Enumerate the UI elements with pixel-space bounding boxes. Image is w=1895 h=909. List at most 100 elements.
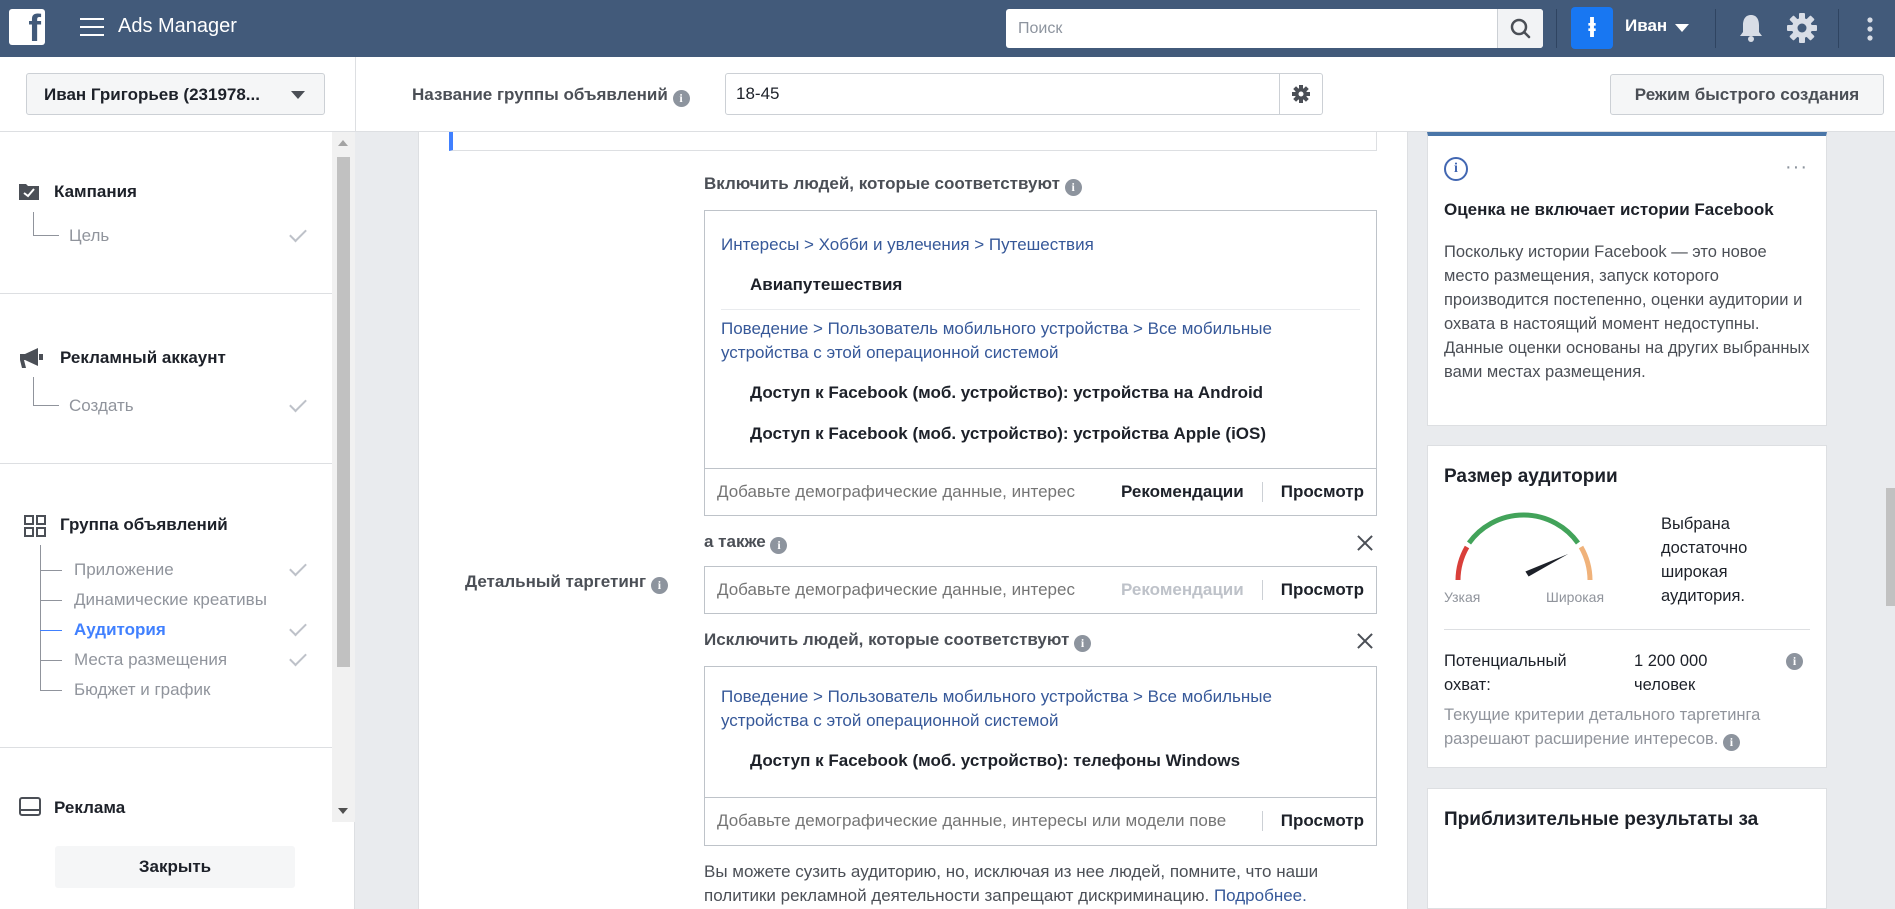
gauge-arc-green xyxy=(1466,512,1581,545)
reach-label: Потенциальный охват: xyxy=(1444,652,1567,694)
gear-icon[interactable] xyxy=(1786,12,1818,44)
audience-size-card: Размер аудитории Узкая Широкая Выбрана д… xyxy=(1427,445,1827,768)
sidebar-item-placements[interactable]: Места размещения xyxy=(74,650,227,670)
notice-text: Поскольку истории Facebook — это новое м… xyxy=(1444,243,1810,381)
sidebar-ad[interactable]: Реклама xyxy=(54,798,125,818)
previous-section-box xyxy=(449,132,1377,151)
targeting-search-row: Просмотр xyxy=(705,797,1376,845)
sidebar-item-create[interactable]: Создать xyxy=(69,396,134,416)
exclude-title: Исключить людей, которые соответствуют i xyxy=(704,630,1092,652)
browse-link[interactable]: Просмотр xyxy=(1281,580,1364,600)
check-icon xyxy=(289,558,307,577)
group-name-label: Название группы объявлений i xyxy=(412,85,690,107)
scroll-down-icon[interactable] xyxy=(338,808,348,814)
quick-create-button[interactable]: Режим быстрого создания xyxy=(1610,74,1884,115)
group-settings-button[interactable] xyxy=(1279,74,1322,114)
targeting-path[interactable]: Поведение > Пользователь мобильного устр… xyxy=(721,317,1341,365)
close-button[interactable]: Закрыть xyxy=(55,846,295,888)
audience-gauge xyxy=(1455,512,1593,581)
sidebar-ad-account[interactable]: Рекламный аккаунт xyxy=(60,348,226,368)
and-also-label: а также i xyxy=(704,532,788,554)
exclude-search-input[interactable] xyxy=(717,811,1252,831)
search-icon xyxy=(1510,18,1531,39)
header-divider xyxy=(355,57,356,132)
info-icon[interactable]: i xyxy=(672,90,690,107)
sidebar-item-audience[interactable]: Аудитория xyxy=(74,620,166,640)
ad-icon xyxy=(19,797,41,816)
sidebar-item-objective[interactable]: Цель xyxy=(69,226,109,246)
gear-icon xyxy=(1292,85,1310,103)
info-icon[interactable]: i xyxy=(1074,635,1092,652)
chevron-down-icon[interactable] xyxy=(1675,24,1689,32)
sidebar-item-budget[interactable]: Бюджет и график xyxy=(74,680,210,700)
targeting-item[interactable]: Доступ к Facebook (моб. устройство): тел… xyxy=(750,751,1240,771)
close-icon[interactable] xyxy=(1356,534,1374,552)
info-icon[interactable]: i xyxy=(770,537,788,554)
check-icon xyxy=(289,224,307,243)
scrollbar-thumb[interactable] xyxy=(337,157,350,667)
topbar-divider xyxy=(1556,9,1557,48)
targeting-search-input[interactable] xyxy=(717,482,1097,502)
group-name-input[interactable] xyxy=(726,74,1276,114)
detailed-targeting-label: Детальный таргетинг i xyxy=(465,572,668,594)
learn-more-link[interactable]: Подробнее. xyxy=(1214,886,1307,905)
info-icon[interactable]: i xyxy=(1722,734,1740,751)
notice-title: Оценка не включает истории Facebook xyxy=(1444,200,1774,219)
search-button[interactable] xyxy=(1497,9,1543,48)
sidebar-ad-group[interactable]: Группа объявлений xyxy=(60,515,228,535)
check-icon xyxy=(289,648,307,667)
audience-size-title: Размер аудитории xyxy=(1444,466,1618,487)
facebook-logo[interactable]: f xyxy=(9,9,45,48)
targeting-path[interactable]: Поведение > Пользователь мобильного устр… xyxy=(721,685,1341,733)
search-input[interactable] xyxy=(1006,9,1486,48)
audience-status: Выбрана достаточно широкая аудитория. xyxy=(1661,515,1748,605)
include-title: Включить людей, которые соответствуют i xyxy=(704,174,1082,196)
top-bar: f Ads Manager ⱡ Иван xyxy=(0,0,1895,57)
gauge-narrow-label: Узкая xyxy=(1444,589,1481,605)
user-name[interactable]: Иван xyxy=(1625,16,1667,36)
targeting-item[interactable]: Доступ к Facebook (моб. устройство): уст… xyxy=(750,383,1263,403)
sidebar-item-dynamic-creatives[interactable]: Динамические креативы xyxy=(74,590,267,610)
info-icon[interactable]: i xyxy=(1786,653,1803,670)
topbar-divider xyxy=(1715,9,1716,48)
recommendations-link[interactable]: Рекомендации xyxy=(1121,482,1244,502)
expansion-note: Текущие критерии детального таргетинга р… xyxy=(1444,706,1761,751)
search-box xyxy=(1006,9,1543,48)
browse-link[interactable]: Просмотр xyxy=(1281,811,1364,831)
gauge-wide-label: Широкая xyxy=(1546,589,1605,605)
more-options-icon[interactable]: ··· xyxy=(1785,156,1808,179)
menu-icon[interactable] xyxy=(80,18,104,38)
sidebar-scrollbar[interactable] xyxy=(332,132,355,822)
account-name: Иван Григорьев (231978... xyxy=(44,85,260,104)
sidebar-campaign[interactable]: Кампания xyxy=(54,182,137,202)
sidebar-item-app[interactable]: Приложение xyxy=(74,560,174,580)
close-icon[interactable] xyxy=(1356,632,1374,650)
gauge-arc-orange xyxy=(1578,545,1593,581)
stories-notice-card: i ··· Оценка не включает истории Faceboo… xyxy=(1427,132,1827,426)
check-icon xyxy=(289,618,307,637)
info-icon[interactable]: i xyxy=(650,577,668,594)
folder-check-icon xyxy=(19,184,39,200)
discrimination-note: Вы можете сузить аудиторию, но, исключая… xyxy=(704,862,1319,905)
targeting-item[interactable]: Доступ к Facebook (моб. устройство): уст… xyxy=(750,424,1266,444)
bell-icon[interactable] xyxy=(1736,12,1766,44)
reach-value: 1 200 000 человек xyxy=(1634,652,1708,694)
check-icon xyxy=(289,394,307,413)
info-icon: i xyxy=(1444,157,1468,181)
scroll-up-icon[interactable] xyxy=(338,140,348,146)
estimated-results-card: Приблизительные результаты за xyxy=(1427,788,1827,909)
narrow-search-input[interactable] xyxy=(717,580,1097,600)
estimated-results-title: Приблизительные результаты за xyxy=(1444,809,1759,830)
app-title[interactable]: Ads Manager xyxy=(118,15,237,38)
info-icon[interactable]: i xyxy=(1064,179,1082,196)
gauge-arc-red xyxy=(1455,545,1470,581)
avatar[interactable]: ⱡ xyxy=(1571,7,1613,49)
targeting-path[interactable]: Интересы > Хобби и увлечения > Путешеств… xyxy=(721,233,1341,257)
recommendations-link: Рекомендации xyxy=(1121,580,1244,599)
targeting-item[interactable]: Авиапутешествия xyxy=(750,275,902,295)
page-scrollbar-thumb[interactable] xyxy=(1886,488,1895,606)
editor-header: Иван Григорьев (231978... Название групп… xyxy=(0,57,1895,132)
account-selector[interactable]: Иван Григорьев (231978... xyxy=(26,73,325,115)
more-vertical-icon[interactable] xyxy=(1866,16,1874,42)
browse-link[interactable]: Просмотр xyxy=(1281,482,1364,502)
